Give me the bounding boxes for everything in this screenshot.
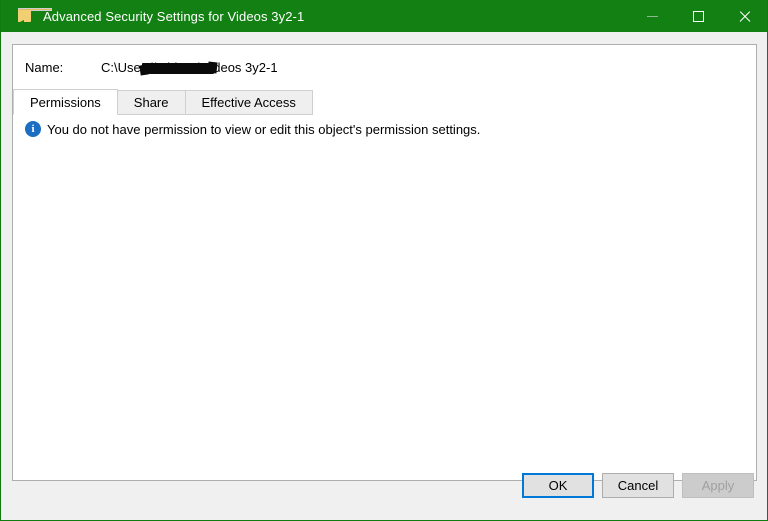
tab-permissions[interactable]: Permissions bbox=[13, 89, 118, 115]
apply-button-label: Apply bbox=[701, 478, 735, 493]
minimize-icon bbox=[646, 15, 658, 17]
tab-permissions-label: Permissions bbox=[30, 94, 101, 110]
title-bar[interactable]: Advanced Security Settings for Videos 3y… bbox=[1, 0, 767, 32]
redaction-bar bbox=[142, 62, 214, 74]
cancel-button-label: Cancel bbox=[617, 478, 659, 493]
window-title: Advanced Security Settings for Videos 3y… bbox=[43, 8, 305, 24]
ok-button[interactable]: OK bbox=[522, 473, 594, 498]
permission-message: i You do not have permission to view or … bbox=[13, 121, 480, 137]
minimize-button[interactable] bbox=[629, 0, 675, 32]
tab-strip: Permissions Share Effective Access bbox=[13, 89, 313, 115]
tab-effective-access-label: Effective Access bbox=[201, 95, 296, 110]
maximize-button[interactable] bbox=[675, 0, 721, 32]
tab-share-label: Share bbox=[133, 95, 169, 110]
permission-message-text: You do not have permission to view or ed… bbox=[47, 121, 481, 137]
content-panel: Name: C:\Users\\Videos\Videos 3y2-1 Perm… bbox=[12, 44, 757, 481]
advanced-security-settings-window: Advanced Security Settings for Videos 3y… bbox=[0, 0, 768, 521]
name-label: Name: bbox=[25, 59, 64, 75]
info-icon: i bbox=[25, 121, 41, 137]
cancel-button[interactable]: Cancel bbox=[602, 473, 674, 498]
window-body: Name: C:\Users\\Videos\Videos 3y2-1 Perm… bbox=[1, 32, 767, 520]
apply-button: Apply bbox=[682, 473, 754, 498]
name-value: C:\Users\\Videos\Videos 3y2-1 bbox=[101, 60, 278, 75]
name-row: Name: C:\Users\\Videos\Videos 3y2-1 bbox=[13, 45, 756, 89]
close-button[interactable] bbox=[721, 0, 767, 32]
window-controls bbox=[629, 0, 767, 32]
tab-share[interactable]: Share bbox=[116, 90, 186, 115]
dialog-footer: OK Cancel Apply bbox=[1, 464, 767, 520]
tab-effective-access[interactable]: Effective Access bbox=[184, 90, 313, 115]
ok-button-label: OK bbox=[548, 478, 568, 493]
maximize-icon bbox=[692, 10, 704, 22]
close-icon bbox=[738, 10, 751, 23]
folder-shield-icon bbox=[17, 8, 52, 24]
